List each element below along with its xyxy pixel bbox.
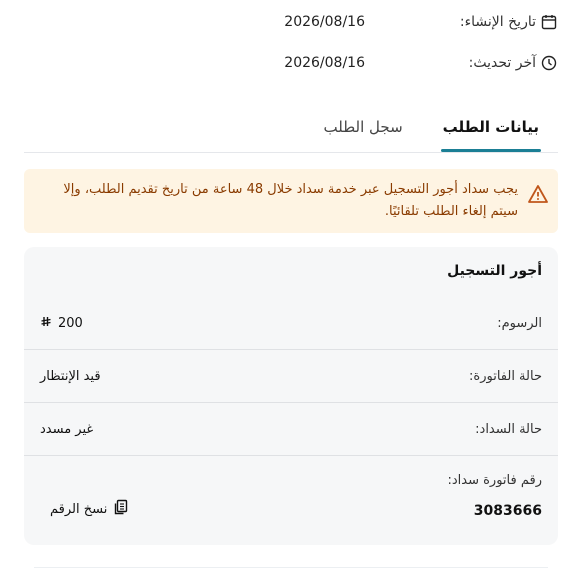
updated-date-label-group: آخر تحديث: [469,54,558,72]
copy-icon [113,499,129,519]
updated-date-row: آخر تحديث: 2026/08/16 [40,51,558,75]
invoice-status-row: حالة الفاتورة: قيد الإنتظار [24,351,558,403]
tab-request-log[interactable]: سجل الطلب [322,110,405,144]
riyal-icon [40,316,52,332]
invoice-number-section: رقم فاتورة سداد: 3083666 نسخ الرقم [24,457,558,545]
divider [34,567,548,568]
payment-status-value: غير مسدد [40,422,94,437]
fees-value: 200 [58,316,83,331]
updated-date-value: 2026/08/16 [284,55,365,71]
created-date-label: تاريخ الإنشاء: [459,14,536,30]
invoice-number-label: رقم فاتورة سداد: [447,473,542,488]
clock-icon [540,54,558,72]
updated-date-label: آخر تحديث: [468,55,536,71]
invoice-status-value: قيد الإنتظار [40,369,101,384]
created-date-value: 2026/08/16 [284,14,365,30]
copy-number-label: نسخ الرقم [50,501,108,517]
copy-number-button[interactable]: نسخ الرقم [50,499,129,519]
card-title: أجور التسجيل [447,263,542,279]
tab-request-data[interactable]: بيانات الطلب [440,110,542,152]
calendar-icon [540,13,558,31]
invoice-status-label: حالة الفاتورة: [469,369,542,384]
registration-fees-card: أجور التسجيل الرسوم: 200 حالة الفاتورة: … [24,247,558,545]
alert-message: يجب سداد أجور التسجيل عبر خدمة سداد خلال… [63,182,518,219]
fees-row: الرسوم: 200 [24,298,558,350]
invoice-number-value: 3083666 [473,503,542,519]
created-date-row: تاريخ الإنشاء: 2026/08/16 [40,10,558,34]
payment-status-row: حالة السداد: غير مسدد [24,404,558,456]
payment-status-label: حالة السداد: [475,422,542,437]
request-tabs: بيانات الطلب سجل الطلب [24,110,558,153]
payment-warning-alert: يجب سداد أجور التسجيل عبر خدمة سداد خلال… [24,169,558,233]
created-date-label-group: تاريخ الإنشاء: [460,13,558,31]
fees-label: الرسوم: [497,316,542,331]
warning-icon [526,184,548,206]
fees-value-group: 200 [40,316,83,332]
